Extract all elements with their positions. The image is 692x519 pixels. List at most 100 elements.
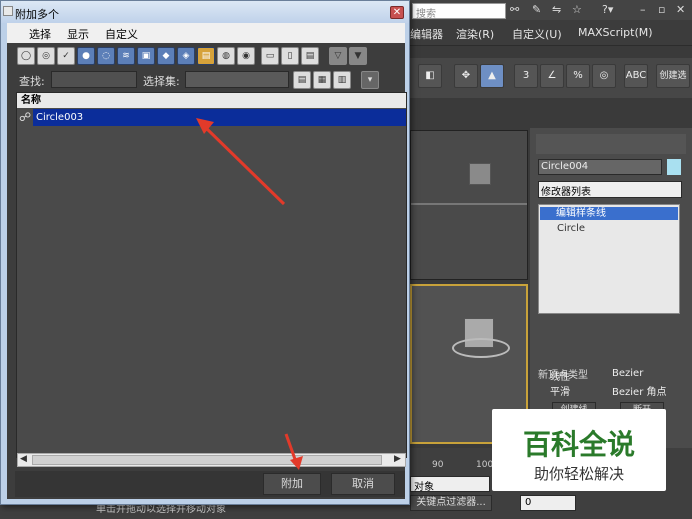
- list-icon-b[interactable]: ▦: [313, 71, 331, 89]
- exchange-icon[interactable]: ⇋: [552, 3, 561, 16]
- radio-bezier-corner[interactable]: Bezier 角点: [612, 383, 666, 398]
- dropdown-arrow-icon[interactable]: ▾: [361, 71, 379, 89]
- viewcube-icon[interactable]: [469, 163, 491, 185]
- xrefs-filter-icon[interactable]: ◍: [217, 47, 235, 65]
- menu-select[interactable]: 选择: [29, 26, 51, 42]
- warps-filter-icon[interactable]: ◈: [177, 47, 195, 65]
- select-place-icon[interactable]: ▲: [480, 64, 504, 88]
- helpers-filter-icon[interactable]: ◆: [157, 47, 175, 65]
- attach-button[interactable]: 附加: [263, 473, 321, 495]
- object-color-swatch[interactable]: [667, 159, 681, 175]
- modifier-list-dropdown[interactable]: 修改器列表: [538, 181, 682, 198]
- attach-multiple-dialog: 附加多个 ✕ 选择 显示 自定义 ◯ ◎ ✓ ● ◌ ≋ ▣ ◆ ◈ ▤ ◍ ◉…: [0, 0, 410, 505]
- viewcube-ring: [452, 338, 510, 358]
- filter-icon[interactable]: ▽: [329, 47, 347, 65]
- close-app-icon[interactable]: ✕: [676, 3, 685, 16]
- select-none-icon[interactable]: ◎: [37, 47, 55, 65]
- percent-snap-icon[interactable]: %: [566, 64, 590, 88]
- scroll-left-icon[interactable]: ◀: [20, 454, 27, 464]
- dialog-button-bar: 附加 取消: [15, 471, 405, 497]
- shape-object-icon: ☍: [19, 110, 32, 124]
- menu-customize[interactable]: 自定义(U): [512, 26, 562, 42]
- menu-customize[interactable]: 自定义: [105, 26, 138, 42]
- ruler-tick-100: 100: [476, 460, 494, 470]
- help-icon[interactable]: ?▾: [602, 3, 613, 16]
- dialog-menu-bar: 选择 显示 自定义: [7, 23, 405, 43]
- edit-named-icon[interactable]: ABC: [624, 64, 648, 88]
- dialog-title: 附加多个: [15, 8, 59, 21]
- watermark-subtitle: 助你轻松解决: [533, 465, 624, 483]
- lights-filter-icon[interactable]: ≋: [117, 47, 135, 65]
- main-toolbar: ◧ ✥ ▲ 3 ∠ % ◎ ABC 创建选: [410, 58, 692, 98]
- page-icon[interactable]: ▭: [261, 47, 279, 65]
- radio-bezier[interactable]: Bezier: [612, 368, 643, 379]
- shapes-filter-icon[interactable]: ◌: [97, 47, 115, 65]
- page-blank-icon[interactable]: ▯: [281, 47, 299, 65]
- stack-item-edit-spline[interactable]: 编辑样条线: [540, 207, 678, 220]
- groups-filter-icon[interactable]: ▤: [197, 47, 215, 65]
- modifier-list-label: 修改器列表: [541, 187, 591, 198]
- cameras-filter-icon[interactable]: ▣: [137, 47, 155, 65]
- angle-snap-icon[interactable]: ∠: [540, 64, 564, 88]
- object-list: 名称 ☍ Circle003: [16, 92, 407, 458]
- find-input[interactable]: [51, 71, 137, 88]
- scroll-thumb[interactable]: [32, 455, 382, 465]
- move-icon[interactable]: ✥: [454, 64, 478, 88]
- modifier-stack: 编辑样条线 Circle: [538, 204, 680, 314]
- stack-item-circle[interactable]: Circle: [557, 223, 585, 234]
- main-menu-bar: 编辑器 渲染(R) 自定义(U) MAXScript(M): [410, 20, 692, 46]
- menu-display[interactable]: 显示: [67, 26, 89, 42]
- dialog-title-bar[interactable]: 附加多个 ✕: [1, 1, 409, 23]
- filter-options-icon[interactable]: ▼: [349, 47, 367, 65]
- wrench-icon[interactable]: ✎: [532, 3, 541, 16]
- command-panel: Circle004 修改器列表 编辑样条线 Circle 新顶点类型 线性 Be…: [530, 128, 692, 448]
- menu-render[interactable]: 渲染(R): [456, 26, 494, 42]
- object-name-field[interactable]: Circle004: [538, 159, 662, 175]
- geometry-filter-icon[interactable]: ●: [77, 47, 95, 65]
- ruler-tick-90: 90: [432, 460, 444, 470]
- page-lines-icon[interactable]: ▤: [301, 47, 319, 65]
- star-icon[interactable]: ☆: [572, 3, 582, 16]
- frame-spinner[interactable]: 0: [520, 495, 576, 511]
- menu-maxscript[interactable]: MAXScript(M): [578, 26, 653, 39]
- menu-editors[interactable]: 编辑器: [410, 26, 443, 42]
- selection-set-dropdown[interactable]: [185, 71, 289, 88]
- select-invert-icon[interactable]: ✓: [57, 47, 75, 65]
- viewport-top[interactable]: [410, 130, 528, 280]
- list-item[interactable]: Circle003: [33, 109, 406, 126]
- horizontal-scrollbar[interactable]: ◀ ▶: [17, 453, 406, 467]
- cancel-button[interactable]: 取消: [331, 473, 395, 495]
- frame-value: 0: [525, 497, 532, 508]
- select-all-icon[interactable]: ◯: [17, 47, 35, 65]
- restore-icon[interactable]: ▫: [658, 3, 665, 16]
- spinner-snap-icon[interactable]: ◎: [592, 64, 616, 88]
- binoculars-icon[interactable]: ⚯: [510, 3, 519, 16]
- watermark: 百科全说 助你轻松解决: [492, 409, 666, 491]
- bones-filter-icon[interactable]: ◉: [237, 47, 255, 65]
- mirror-icon[interactable]: ◧: [418, 64, 442, 88]
- scroll-right-icon[interactable]: ▶: [394, 454, 401, 464]
- search-placeholder: 搜索: [416, 9, 436, 20]
- watermark-title: 百科全说: [522, 428, 635, 461]
- grid-line: [411, 203, 527, 205]
- filter-toolbar: ◯ ◎ ✓ ● ◌ ≋ ▣ ◆ ◈ ▤ ◍ ◉ ▭ ▯ ▤ ▽ ▼: [15, 47, 399, 69]
- object-dropdown-value: 对象: [414, 482, 434, 493]
- list-header-name[interactable]: 名称: [17, 93, 406, 108]
- object-dropdown[interactable]: 对象: [410, 476, 490, 493]
- panel-tabs[interactable]: [536, 134, 686, 154]
- radio-smooth[interactable]: 平滑: [550, 383, 570, 398]
- key-filter-button[interactable]: 关键点过滤器...: [410, 495, 492, 511]
- list-icon-a[interactable]: ▤: [293, 71, 311, 89]
- object-name-value: Circle004: [541, 161, 589, 172]
- radio-linear[interactable]: 线性: [550, 368, 570, 383]
- minimize-icon[interactable]: –: [640, 3, 646, 16]
- find-label: 查找:: [19, 75, 45, 88]
- dialog-app-icon: [3, 6, 13, 16]
- find-row: 查找: 选择集: ▤ ▦ ▥ ▾: [15, 70, 405, 90]
- search-input[interactable]: 搜索: [412, 3, 506, 20]
- create-selection-button[interactable]: 创建选: [656, 64, 690, 88]
- close-icon[interactable]: ✕: [390, 6, 404, 19]
- list-icon-c[interactable]: ▥: [333, 71, 351, 89]
- snap-3-icon[interactable]: 3: [514, 64, 538, 88]
- selection-set-label: 选择集:: [143, 75, 180, 88]
